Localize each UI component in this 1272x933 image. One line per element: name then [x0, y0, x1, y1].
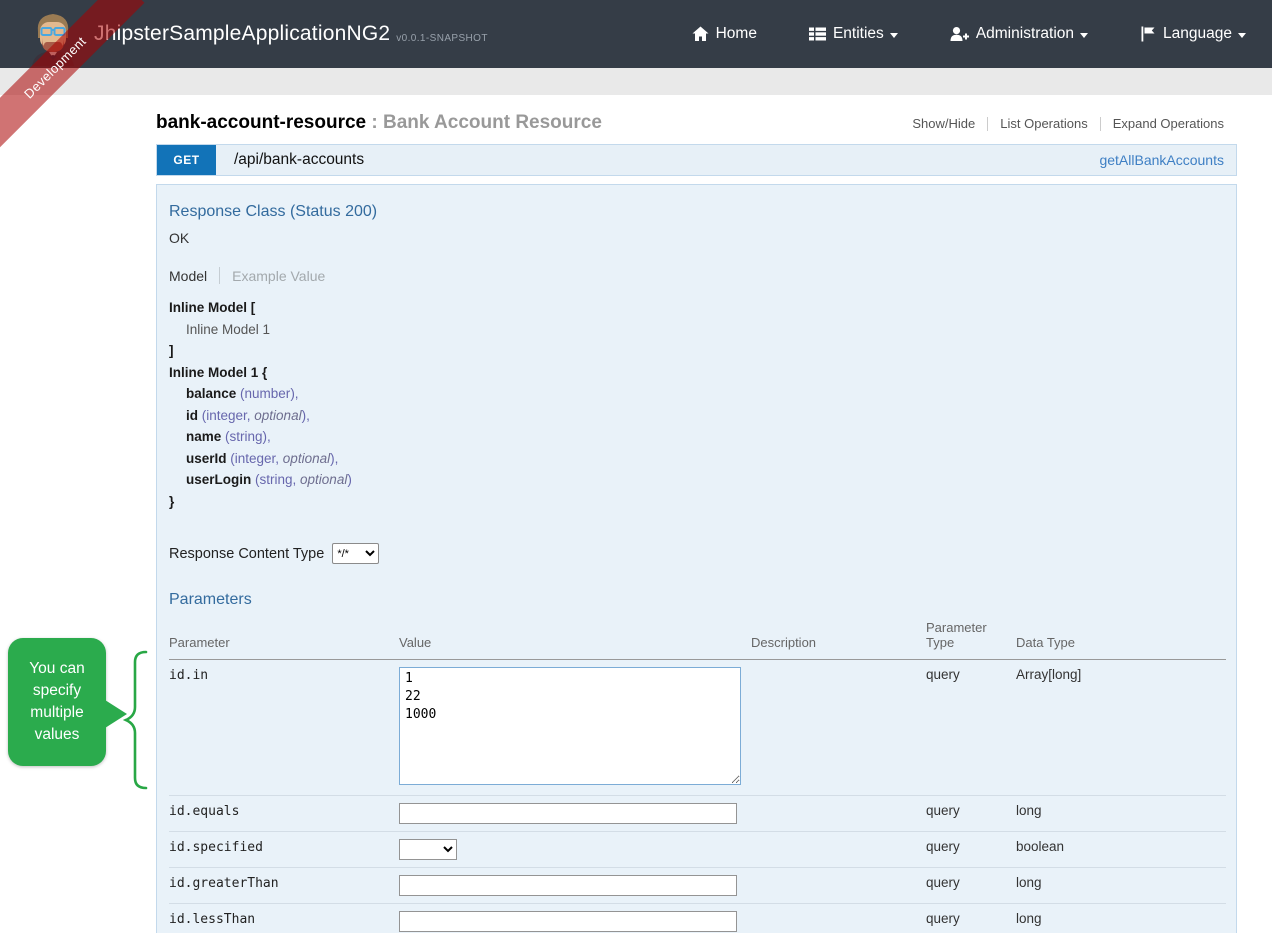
model-object-open: Inline Model 1 {	[169, 362, 1224, 384]
annotation-text: You can specify multiple values	[13, 658, 101, 746]
resource-title: bank-account-resource : Bank Account Res…	[156, 112, 602, 134]
resource-actions: Show/Hide List Operations Expand Operati…	[912, 116, 1224, 131]
divider	[219, 267, 220, 284]
endpoint-path-link[interactable]: /api/bank-accounts	[234, 151, 364, 169]
response-content-type-select[interactable]: */*	[332, 543, 379, 564]
param-name: id.lessThan	[169, 912, 255, 927]
tab-model[interactable]: Model	[169, 268, 207, 284]
parameters-header-row: Parameter Value Description Parameter Ty…	[169, 616, 1226, 660]
divider	[1100, 117, 1101, 131]
list-operations-link[interactable]: List Operations	[1000, 116, 1087, 131]
col-parameter-type: Parameter Type	[926, 616, 1016, 660]
param-row-id.specified: id.specified queryboolean	[169, 832, 1226, 868]
model-array-item: Inline Model 1	[169, 319, 1224, 341]
resource-name: bank-account-resource	[156, 112, 366, 133]
param-name: id.specified	[169, 840, 263, 855]
parameters-heading: Parameters	[169, 591, 1224, 609]
param-row-id.equals: id.equals querylong	[169, 796, 1226, 832]
param-row-id.greaterThan: id.greaterThan querylong	[169, 868, 1226, 904]
model-property: userLogin (string, optional)	[169, 469, 1224, 491]
resource-description: Bank Account Resource	[383, 112, 602, 133]
jhipster-logo-icon	[28, 8, 78, 66]
param-data-type: long	[1016, 904, 1226, 933]
response-class-heading: Response Class (Status 200)	[169, 203, 1224, 221]
app-version: v0.0.1-SNAPSHOT	[396, 33, 488, 44]
top-navbar: JhipsterSampleApplicationNG2 v0.0.1-SNAP…	[0, 0, 1272, 68]
param-description	[751, 904, 926, 933]
param-data-type: long	[1016, 796, 1226, 832]
get-method-badge[interactable]: GET	[157, 145, 216, 175]
param-data-type: long	[1016, 868, 1226, 904]
param-description	[751, 832, 926, 868]
list-icon	[809, 26, 826, 42]
swagger-content: bank-account-resource : Bank Account Res…	[156, 112, 1237, 933]
param-type: query	[926, 832, 1016, 868]
param-data-type: boolean	[1016, 832, 1226, 868]
param-description	[751, 660, 926, 796]
show-hide-link[interactable]: Show/Hide	[912, 116, 975, 131]
model-tabs: Model Example Value	[169, 267, 1224, 284]
flag-icon	[1140, 26, 1156, 42]
chevron-down-icon	[1080, 33, 1088, 38]
param-value-input-id.equals[interactable]	[399, 803, 737, 824]
param-row-id.in: id.in queryArray[long]	[169, 660, 1226, 796]
tab-example-value[interactable]: Example Value	[232, 268, 325, 284]
chevron-down-icon	[890, 33, 898, 38]
param-name: id.greaterThan	[169, 876, 279, 891]
param-type: query	[926, 904, 1016, 933]
model-property: userId (integer, optional),	[169, 448, 1224, 470]
param-data-type: Array[long]	[1016, 660, 1226, 796]
param-value-input-id.lessThan[interactable]	[399, 911, 737, 932]
param-description	[751, 868, 926, 904]
param-name: id.equals	[169, 804, 239, 819]
brand-link[interactable]: JhipsterSampleApplicationNG2 v0.0.1-SNAP…	[0, 2, 488, 66]
col-parameter: Parameter	[169, 616, 399, 660]
col-value: Value	[399, 616, 751, 660]
subnav-strip	[0, 68, 1272, 95]
param-description	[751, 796, 926, 832]
operation-id-link[interactable]: getAllBankAccounts	[1099, 152, 1224, 168]
param-type: query	[926, 796, 1016, 832]
model-array-open: Inline Model [	[169, 297, 1224, 319]
response-content-type-row: Response Content Type */*	[169, 543, 1224, 564]
param-value-textarea-id.in[interactable]	[399, 667, 741, 785]
response-status-text: OK	[169, 230, 1224, 246]
response-content-type-label: Response Content Type	[169, 546, 324, 562]
col-description: Description	[751, 616, 926, 660]
nav-administration[interactable]: Administration	[950, 25, 1088, 43]
param-value-select-id.specified[interactable]	[399, 839, 457, 860]
param-name: id.in	[169, 668, 208, 683]
nav-home[interactable]: Home	[692, 25, 757, 43]
param-type: query	[926, 868, 1016, 904]
app-title: JhipsterSampleApplicationNG2	[94, 22, 390, 46]
operation-detail-panel: Response Class (Status 200) OK Model Exa…	[156, 184, 1237, 933]
home-icon	[692, 26, 709, 42]
endpoint-get-row[interactable]: GET /api/bank-accounts getAllBankAccount…	[156, 144, 1237, 176]
nav-entities[interactable]: Entities	[809, 25, 898, 43]
user-plus-icon	[950, 26, 969, 42]
model-object-close: }	[169, 491, 1224, 513]
nav-menu: Home Entities Administration	[640, 25, 1272, 43]
annotation-brace	[120, 649, 150, 791]
nav-language[interactable]: Language	[1140, 25, 1246, 43]
param-type: query	[926, 660, 1016, 796]
swagger-page: JhipsterSampleApplicationNG2 v0.0.1-SNAP…	[0, 0, 1272, 933]
expand-operations-link[interactable]: Expand Operations	[1113, 116, 1224, 131]
chevron-down-icon	[1238, 33, 1246, 38]
divider	[987, 117, 988, 131]
param-value-input-id.greaterThan[interactable]	[399, 875, 737, 896]
model-array-close: ]	[169, 340, 1224, 362]
model-property: name (string),	[169, 426, 1224, 448]
param-row-id.lessThan: id.lessThan querylong	[169, 904, 1226, 933]
resource-header: bank-account-resource : Bank Account Res…	[156, 112, 1237, 134]
annotation-bubble: You can specify multiple values	[8, 638, 106, 766]
col-data-type: Data Type	[1016, 616, 1226, 660]
model-property: id (integer, optional),	[169, 405, 1224, 427]
model-signature: Inline Model [ Inline Model 1 ] Inline M…	[169, 297, 1224, 512]
parameters-table: Parameter Value Description Parameter Ty…	[169, 616, 1226, 933]
model-property: balance (number),	[169, 383, 1224, 405]
